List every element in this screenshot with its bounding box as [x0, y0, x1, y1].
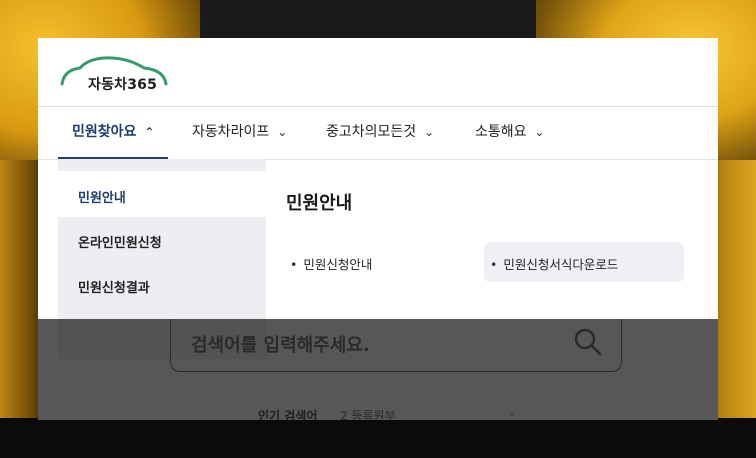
nav-item-minwon[interactable]: 민원찾아요 ⌃ [57, 107, 170, 160]
chevron-down-icon: ⌄ [534, 125, 545, 139]
link-apply-guide[interactable]: • 민원신청안내 [290, 254, 372, 273]
main-nav: 민원찾아요 ⌃ 자동차라이프 ⌄ 중고차의모든것 ⌄ 소통해요 ⌄ [38, 107, 718, 160]
site-menu-window: 자동차365 민원찾아요 ⌃ 자동차라이프 ⌄ 중고차의모든것 ⌄ 소통해요 ⌄ 민원안… [38, 38, 718, 420]
popular-keywords-label: 인기 검색어 [258, 409, 318, 420]
search-box[interactable]: 검색어를 입력해주세요. [170, 319, 622, 372]
popular-keyword-change: - [510, 407, 515, 420]
nav-item-usedcar[interactable]: 중고차의모든것 ⌄ [326, 107, 434, 159]
chevron-up-icon: ⌃ [144, 125, 155, 139]
sidebar-item-online-apply[interactable]: 온라인민원신청 [78, 232, 162, 251]
popular-keyword-item[interactable]: 2 등록원부 [340, 407, 396, 420]
site-logo[interactable]: 자동차365 [60, 54, 170, 94]
nav-item-communication[interactable]: 소통해요 ⌄ [475, 107, 545, 159]
dimmed-overlay[interactable]: 검색어를 입력해주세요. 인기 검색어 2 등록원부 - [38, 319, 718, 420]
nav-item-carlife[interactable]: 자동차라이프 ⌄ [192, 107, 287, 159]
search-input[interactable]: 검색어를 입력해주세요. [191, 331, 370, 357]
logo-text: 자동차365 [88, 77, 158, 93]
link-form-download[interactable]: • 민원신청서식다운로드 [490, 254, 618, 273]
panel-title: 민원안내 [286, 193, 353, 214]
chevron-down-icon: ⌄ [424, 125, 435, 139]
sidebar-item-apply-result[interactable]: 민원신청결과 [78, 277, 150, 296]
header: 자동차365 [38, 38, 718, 107]
chevron-down-icon: ⌄ [277, 125, 288, 139]
search-icon[interactable] [573, 327, 603, 357]
sidebar-item-guide[interactable]: 민원안내 [78, 187, 126, 206]
